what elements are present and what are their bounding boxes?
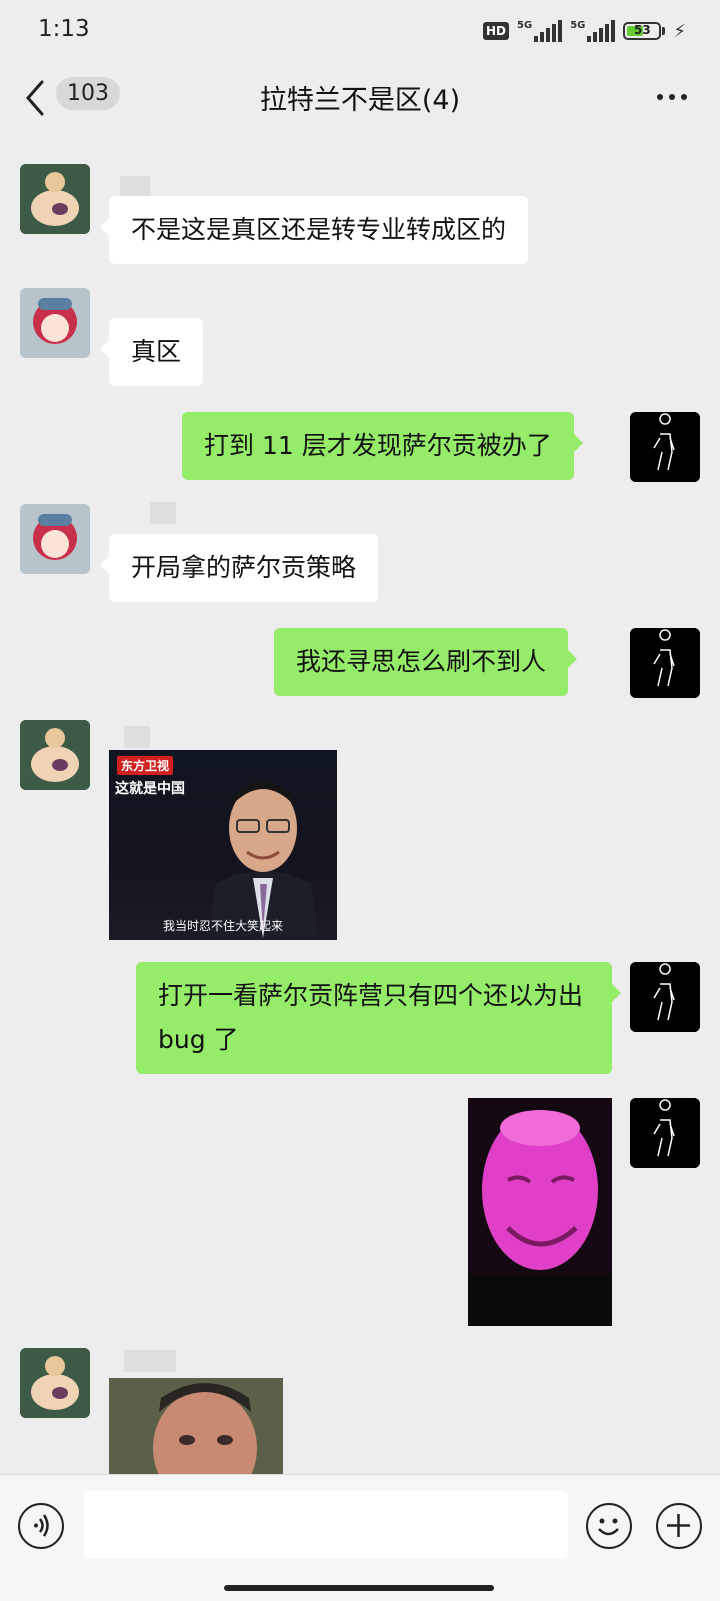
- silhouette-avatar[interactable]: [630, 962, 700, 1032]
- silhouette-avatar[interactable]: [630, 628, 700, 698]
- signal-icon: 5G: [570, 20, 616, 42]
- message-bubble[interactable]: 打开一看萨尔贡阵营只有四个还以为出 bug 了: [136, 962, 621, 1074]
- tv-screenshot-image[interactable]: 东方卫视 这就是中国 我当时忍不住大笑起来: [109, 750, 337, 940]
- red-hair-girl-avatar[interactable]: [20, 504, 90, 574]
- status-icons: HD 5G 5G 53 ⚡: [483, 18, 686, 44]
- silhouette-avatar[interactable]: [630, 1098, 700, 1168]
- status-time: 1:13: [38, 16, 90, 42]
- pink-face-sticker[interactable]: [468, 1098, 612, 1326]
- message-bubble[interactable]: 真区: [99, 318, 204, 386]
- message-bubble[interactable]: 打到 11 层才发现萨尔贡被办了: [182, 412, 583, 480]
- hd-badge: HD: [483, 22, 510, 40]
- input-bar: [0, 1474, 720, 1601]
- bear-avatar[interactable]: [20, 164, 90, 234]
- signal-icon: 5G: [517, 20, 563, 42]
- silhouette-avatar[interactable]: [630, 412, 700, 482]
- message-bubble[interactable]: 开局拿的萨尔贡策略: [99, 534, 379, 602]
- man-in-suit-figure: [209, 781, 319, 938]
- battery-icon: 53: [623, 22, 662, 40]
- chat-header: 103 拉特兰不是区(4): [0, 60, 720, 138]
- message-bubble[interactable]: 不是这是真区还是转专业转成区的: [99, 196, 529, 264]
- tv-caption: 我当时忍不住大笑起来: [162, 919, 283, 933]
- charging-icon: ⚡: [673, 20, 686, 42]
- bear-avatar[interactable]: [20, 1348, 90, 1418]
- chat-title: 拉特兰不是区(4): [259, 85, 461, 116]
- red-hair-girl-avatar[interactable]: [20, 288, 90, 358]
- message-input[interactable]: [84, 1491, 568, 1559]
- voice-icon[interactable]: [18, 1503, 64, 1549]
- blurred-face-sticker[interactable]: [109, 1378, 283, 1474]
- home-indicator[interactable]: [224, 1585, 494, 1591]
- status-bar: 1:13 HD 5G 5G 53 ⚡: [0, 0, 720, 60]
- message-bubble[interactable]: 我还寻思怎么刷不到人: [274, 628, 578, 696]
- tv-show-title: 这就是中国: [115, 781, 185, 797]
- emoji-icon[interactable]: [586, 1503, 632, 1549]
- bear-avatar[interactable]: [20, 720, 90, 790]
- plus-icon[interactable]: [656, 1503, 702, 1549]
- tv-logo: 东方卫视: [117, 756, 174, 775]
- battery-level: 53: [634, 23, 651, 37]
- more-dots-icon[interactable]: [652, 82, 692, 112]
